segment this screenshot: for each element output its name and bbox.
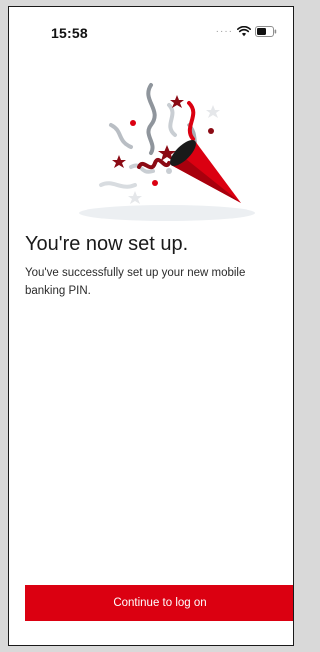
battery-icon — [255, 26, 277, 37]
signal-icon: ···· — [215, 25, 233, 37]
success-message: You've successfully set up your new mobi… — [25, 267, 246, 297]
page-title: You're now set up. — [25, 233, 189, 255]
status-icons: ···· — [216, 26, 277, 37]
wifi-icon — [237, 26, 251, 37]
continue-button[interactable]: Continue to log on — [25, 585, 293, 621]
party-popper-illustration — [79, 83, 255, 221]
status-bar: 15:58 ···· — [9, 7, 293, 47]
status-time: 15:58 — [51, 25, 88, 41]
screen: 15:58 ···· You're now set up. You've suc… — [8, 6, 294, 646]
